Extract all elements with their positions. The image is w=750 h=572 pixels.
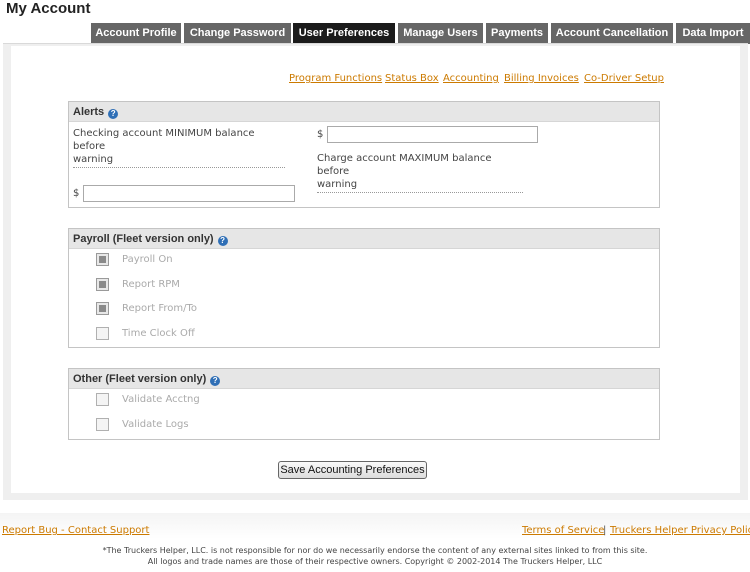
alerts-section: Alerts? Checking account MINIMUM balance…: [68, 101, 660, 208]
preference-links: Program Functions Status Box Accounting …: [11, 73, 740, 87]
payroll-on-checkbox[interactable]: [96, 253, 109, 266]
report-from-to-label: Report From/To: [122, 303, 197, 314]
report-bug-link[interactable]: Report Bug - Contact Support: [2, 525, 149, 536]
save-accounting-preferences-button[interactable]: Save Accounting Preferences: [278, 461, 427, 479]
payroll-section: Payroll (Fleet version only)? Payroll On…: [68, 228, 660, 348]
payroll-title: Payroll (Fleet version only): [73, 233, 214, 245]
link-billing-invoices[interactable]: Billing Invoices: [504, 73, 579, 84]
report-from-to-checkbox[interactable]: [96, 302, 109, 315]
report-rpm-label: Report RPM: [122, 279, 180, 290]
privacy-policy-link[interactable]: Truckers Helper Privacy Policy: [610, 525, 750, 536]
charge-maximum-label: Charge account MAXIMUM balance before wa…: [317, 152, 523, 193]
footer-separator: |: [603, 525, 607, 536]
alerts-header: Alerts?: [69, 102, 659, 122]
other-header: Other (Fleet version only)?: [69, 369, 659, 389]
link-program-functions[interactable]: Program Functions: [289, 73, 382, 84]
link-co-driver-setup[interactable]: Co-Driver Setup: [584, 73, 664, 84]
report-rpm-checkbox[interactable]: [96, 278, 109, 291]
terms-of-service-link[interactable]: Terms of Service: [522, 525, 604, 536]
tab-data-import[interactable]: Data Import: [676, 23, 750, 44]
page-title: My Account: [6, 0, 91, 17]
help-icon[interactable]: ?: [210, 376, 221, 386]
validate-logs-checkbox[interactable]: [96, 418, 109, 431]
link-status-box[interactable]: Status Box: [385, 73, 439, 84]
time-clock-off-label: Time Clock Off: [122, 328, 195, 339]
checking-currency-symbol: $: [73, 188, 80, 199]
validate-acctng-label: Validate Acctng: [122, 394, 200, 405]
checking-minimum-input[interactable]: [83, 185, 295, 202]
tab-account-profile[interactable]: Account Profile: [91, 23, 181, 44]
help-icon[interactable]: ?: [217, 236, 228, 246]
tab-user-preferences[interactable]: User Preferences: [293, 23, 395, 44]
checking-minimum-label: Checking account MINIMUM balance before …: [73, 127, 285, 168]
link-accounting[interactable]: Accounting: [443, 73, 499, 84]
alerts-title: Alerts: [73, 106, 105, 118]
charge-maximum-input[interactable]: [327, 126, 538, 143]
tab-payments[interactable]: Payments: [486, 23, 548, 44]
other-section: Other (Fleet version only)? Validate Acc…: [68, 368, 660, 440]
payroll-on-label: Payroll On: [122, 254, 173, 265]
disclaimer-line-1: *The Truckers Helper, LLC. is not respon…: [102, 546, 648, 555]
content-panel: Program Functions Status Box Accounting …: [11, 46, 740, 493]
payroll-header: Payroll (Fleet version only)?: [69, 229, 659, 249]
charge-currency-symbol: $: [317, 129, 324, 140]
tab-change-password[interactable]: Change Password: [184, 23, 291, 44]
tab-account-cancellation[interactable]: Account Cancellation: [551, 23, 673, 44]
help-icon[interactable]: ?: [108, 109, 119, 119]
validate-logs-label: Validate Logs: [122, 419, 189, 430]
other-title: Other (Fleet version only): [73, 373, 207, 385]
tab-manage-users[interactable]: Manage Users: [398, 23, 483, 44]
time-clock-off-checkbox[interactable]: [96, 327, 109, 340]
validate-acctng-checkbox[interactable]: [96, 393, 109, 406]
content-frame: Program Functions Status Box Accounting …: [3, 43, 748, 500]
disclaimer-line-2: All logos and trade names are those of t…: [147, 557, 603, 566]
